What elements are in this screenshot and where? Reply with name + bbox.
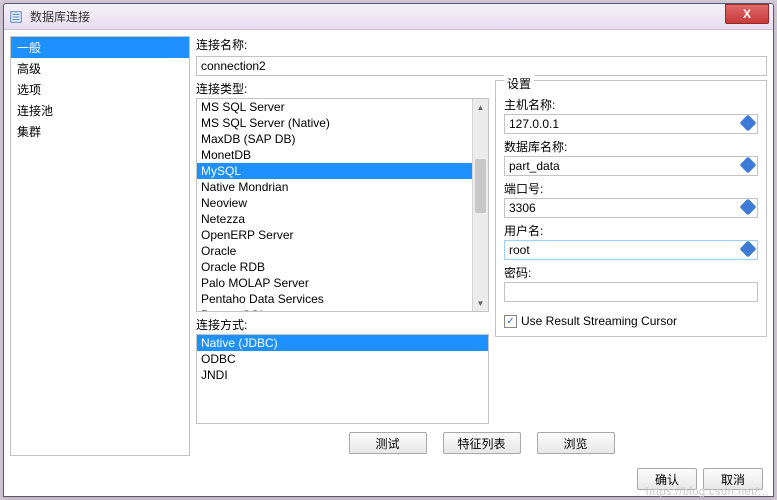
sidebar-item-cluster[interactable]: 集群: [11, 121, 189, 142]
list-item[interactable]: ODBC: [197, 351, 488, 367]
list-item[interactable]: Netezza: [197, 211, 472, 227]
close-icon: X: [743, 7, 751, 21]
content-area: 一般 高级 选项 连接池 集群 连接名称: 连接类型: MS SQL Serve…: [4, 30, 773, 462]
dialog-footer: 确认 取消: [637, 468, 763, 490]
category-sidebar: 一般 高级 选项 连接池 集群: [10, 36, 190, 456]
port-label: 端口号:: [504, 180, 758, 197]
connection-mode-list[interactable]: Native (JDBC)ODBCJNDI: [196, 334, 489, 424]
username-input[interactable]: [504, 240, 758, 260]
sidebar-item-options[interactable]: 选项: [11, 79, 189, 100]
list-item[interactable]: Oracle: [197, 243, 472, 259]
list-item[interactable]: Native (JDBC): [197, 335, 488, 351]
cancel-button[interactable]: 取消: [703, 468, 763, 490]
port-input[interactable]: [504, 198, 758, 218]
connection-type-list[interactable]: MS SQL ServerMS SQL Server (Native)MaxDB…: [196, 98, 489, 312]
host-label: 主机名称:: [504, 96, 758, 113]
list-item[interactable]: Pentaho Data Services: [197, 291, 472, 307]
app-icon: [8, 9, 24, 25]
host-input[interactable]: [504, 114, 758, 134]
settings-fieldset: 设置 主机名称: 数据库名称: 端口号:: [495, 80, 767, 337]
database-label: 数据库名称:: [504, 138, 758, 155]
sidebar-item-pool[interactable]: 连接池: [11, 100, 189, 121]
list-item[interactable]: PostgreSQL: [197, 307, 472, 311]
scroll-up-icon[interactable]: ▲: [473, 99, 488, 115]
main-panel: 连接名称: 连接类型: MS SQL ServerMS SQL Server (…: [196, 36, 767, 456]
settings-legend: 设置: [504, 75, 534, 92]
sidebar-item-advanced[interactable]: 高级: [11, 58, 189, 79]
dialog-window: 数据库连接 X 一般 高级 选项 连接池 集群 连接名称: 连接类型: MS S…: [3, 3, 774, 497]
streaming-label: Use Result Streaming Cursor: [521, 314, 677, 328]
scrollbar[interactable]: ▲ ▼: [472, 99, 488, 311]
connection-name-input[interactable]: [196, 56, 767, 76]
sidebar-item-general[interactable]: 一般: [11, 37, 189, 58]
list-item[interactable]: Native Mondrian: [197, 179, 472, 195]
password-label: 密码:: [504, 264, 758, 281]
streaming-checkbox[interactable]: ✓: [504, 315, 517, 328]
list-item[interactable]: OpenERP Server: [197, 227, 472, 243]
list-item[interactable]: MS SQL Server: [197, 99, 472, 115]
connection-type-label: 连接类型:: [196, 80, 489, 97]
scroll-down-icon[interactable]: ▼: [473, 295, 488, 311]
scroll-thumb[interactable]: [475, 159, 486, 213]
ok-button[interactable]: 确认: [637, 468, 697, 490]
browse-button[interactable]: 浏览: [537, 432, 615, 454]
list-item[interactable]: MaxDB (SAP DB): [197, 131, 472, 147]
window-title: 数据库连接: [30, 8, 90, 25]
action-buttons: 测试 特征列表 浏览: [196, 428, 767, 456]
close-button[interactable]: X: [725, 4, 769, 24]
list-item[interactable]: Oracle RDB: [197, 259, 472, 275]
list-item[interactable]: JNDI: [197, 367, 488, 383]
connection-mode-label: 连接方式:: [196, 316, 489, 333]
features-button[interactable]: 特征列表: [443, 432, 521, 454]
list-item[interactable]: MonetDB: [197, 147, 472, 163]
list-item[interactable]: MS SQL Server (Native): [197, 115, 472, 131]
list-item[interactable]: MySQL: [197, 163, 472, 179]
database-input[interactable]: [504, 156, 758, 176]
list-item[interactable]: Palo MOLAP Server: [197, 275, 472, 291]
list-item[interactable]: Neoview: [197, 195, 472, 211]
titlebar[interactable]: 数据库连接 X: [4, 4, 773, 30]
test-button[interactable]: 测试: [349, 432, 427, 454]
password-input[interactable]: [504, 282, 758, 302]
connection-name-label: 连接名称:: [196, 36, 767, 53]
username-label: 用户名:: [504, 222, 758, 239]
